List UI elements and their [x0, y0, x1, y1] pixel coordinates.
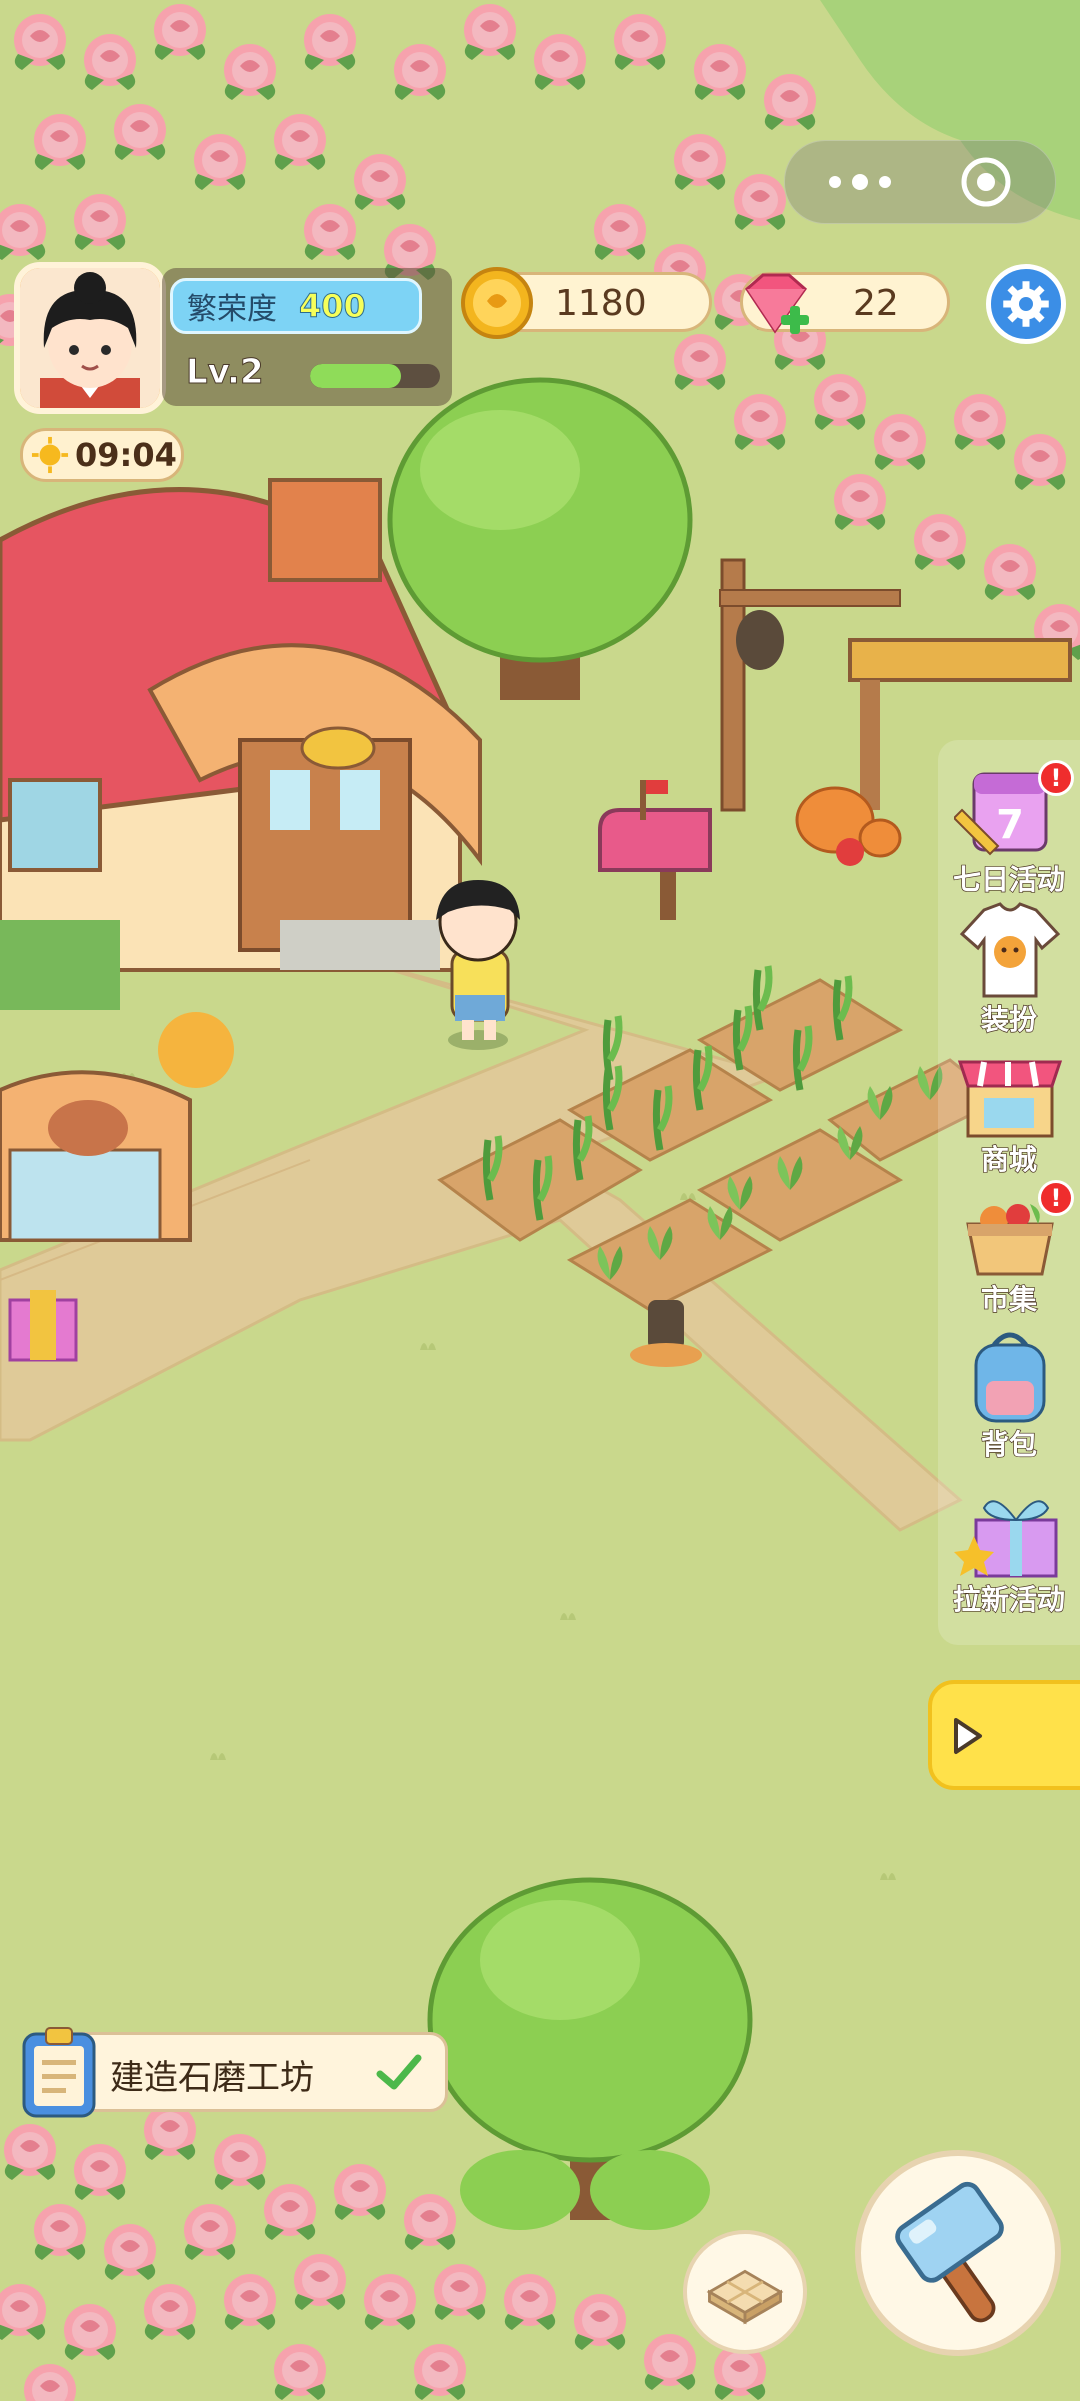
notification-badge: !: [1038, 760, 1074, 796]
close-program-icon[interactable]: [959, 155, 1013, 209]
game-clock: 09:04: [20, 428, 184, 482]
more-options-icon[interactable]: [825, 167, 895, 197]
coin-amount: 1180: [555, 283, 647, 324]
build-hammer-button[interactable]: [855, 2150, 1061, 2356]
player-avatar-icon: [20, 268, 160, 408]
menu-referral-event[interactable]: 拉新活动: [938, 1480, 1080, 1620]
shop-icon: [957, 1060, 1063, 1138]
gift-icon: [954, 1500, 1058, 1578]
clipboard-icon: [22, 2027, 96, 2118]
box-icon: [706, 2269, 784, 2325]
menu-label: 背包: [980, 1427, 1037, 1461]
settings-button[interactable]: [986, 264, 1066, 344]
prosperity-label: 繁荣度: [187, 292, 277, 327]
menu-label: 拉新活动: [952, 1582, 1065, 1616]
coin-counter[interactable]: 1180: [461, 267, 712, 339]
quest-text: 建造石磨工坊: [110, 2058, 314, 2098]
menu-label: 七日活动: [952, 862, 1065, 896]
expand-panel-button[interactable]: [928, 1680, 1080, 1790]
menu-dress-up[interactable]: 装扮: [938, 900, 1080, 1040]
gem-icon: [745, 273, 809, 334]
avatar[interactable]: [14, 262, 166, 414]
svg-text:7: 7: [996, 802, 1024, 848]
menu-market[interactable]: ! 市集: [938, 1180, 1080, 1320]
play-arrow-icon: [954, 1718, 982, 1754]
sun-icon: [31, 436, 69, 474]
quest-tracker[interactable]: 建造石磨工坊: [16, 2027, 448, 2118]
menu-backpack[interactable]: 背包: [938, 1325, 1080, 1465]
menu-seven-day-event[interactable]: 7 ! 七日活动: [938, 760, 1080, 900]
checkmark-icon: [376, 2054, 422, 2090]
menu-shop[interactable]: 商城: [938, 1040, 1080, 1180]
mini-program-capsule: [784, 140, 1056, 224]
menu-label: 商城: [980, 1142, 1037, 1176]
storage-box-button[interactable]: [683, 2230, 807, 2354]
gear-icon: [1003, 281, 1049, 327]
player-stats: 繁荣度 400 Lv.2: [162, 268, 452, 406]
coin-icon: [461, 267, 533, 339]
prosperity-value: 400: [299, 287, 367, 326]
gem-amount: 22: [853, 283, 899, 324]
experience-fill: [310, 364, 401, 388]
backpack-icon: [974, 1332, 1046, 1423]
player-panel: 繁荣度 400 Lv.2: [14, 262, 452, 414]
hammer-icon: [895, 2181, 1004, 2323]
experience-bar: [310, 364, 440, 388]
player-level: Lv.2: [186, 352, 265, 393]
menu-label: 装扮: [980, 1002, 1037, 1036]
prosperity-meter: 繁荣度 400: [170, 278, 422, 334]
side-menu: 7 ! 七日活动 装扮 商城 ! 市集 背包 拉新活动: [938, 740, 1080, 1645]
notification-badge: !: [1038, 1180, 1074, 1216]
gem-counter[interactable]: 22: [740, 272, 950, 334]
clock-time: 09:04: [75, 436, 177, 474]
menu-label: 市集: [980, 1282, 1037, 1316]
shirt-icon: [959, 902, 1061, 998]
